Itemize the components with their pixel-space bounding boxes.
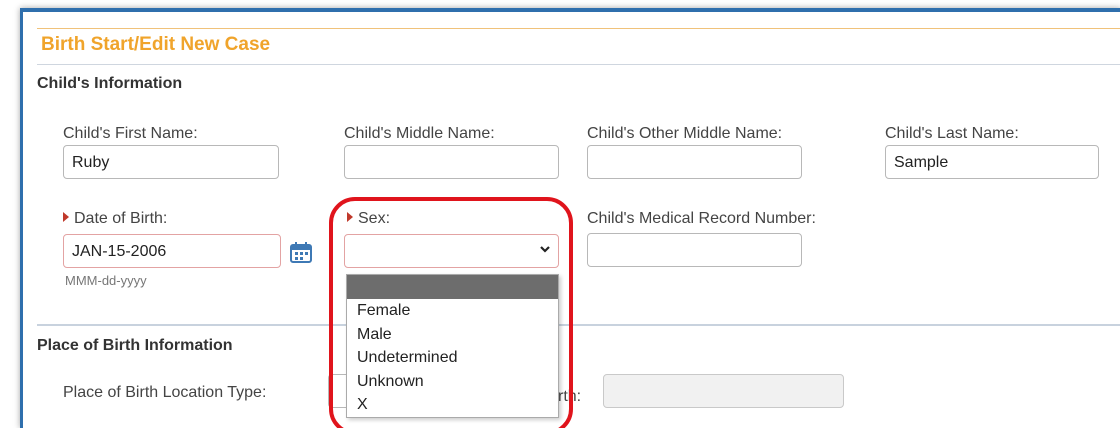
location-type-label: Place of Birth Location Type: <box>63 384 267 401</box>
required-marker-icon <box>63 212 69 222</box>
sex-label: Sex: <box>347 210 390 228</box>
dob-input[interactable]: JAN-15-2006 <box>63 234 281 268</box>
first-name-label: Child's First Name: <box>63 125 198 142</box>
section-divider <box>37 324 1120 326</box>
partial-field-label: rth: <box>558 388 582 405</box>
other-middle-name-input[interactable] <box>587 145 802 179</box>
sex-dropdown-list[interactable]: Female Male Undetermined Unknown X <box>346 274 559 418</box>
dob-format-hint: MMM-dd-yyyy <box>65 273 147 288</box>
dropdown-option-unknown[interactable]: Unknown <box>347 370 558 394</box>
middle-name-label: Child's Middle Name: <box>344 125 495 142</box>
dropdown-option-male[interactable]: Male <box>347 323 558 347</box>
place-of-birth-header: Place of Birth Information <box>37 337 233 354</box>
dropdown-option-x[interactable]: X <box>347 393 558 417</box>
birth-case-panel: Birth Start/Edit New Case Child's Inform… <box>20 8 1120 428</box>
dob-label-text: Date of Birth: <box>74 210 168 227</box>
required-marker-icon <box>347 212 353 222</box>
place-of-birth-field <box>603 374 844 408</box>
dropdown-option-undetermined[interactable]: Undetermined <box>347 346 558 370</box>
chevron-down-icon <box>540 246 550 253</box>
last-name-label: Child's Last Name: <box>885 125 1019 142</box>
sex-label-text: Sex: <box>358 210 391 227</box>
child-info-header: Child's Information <box>37 75 183 92</box>
middle-name-input[interactable] <box>344 145 559 179</box>
dropdown-option-blank[interactable] <box>347 275 558 299</box>
other-middle-name-label: Child's Other Middle Name: <box>587 125 783 142</box>
calendar-icon[interactable] <box>290 241 312 263</box>
mrn-label: Child's Medical Record Number: <box>587 210 816 227</box>
first-name-input[interactable]: Ruby <box>63 145 279 179</box>
title-rule <box>37 28 1120 29</box>
title-divider <box>37 64 1120 65</box>
dropdown-option-female[interactable]: Female <box>347 299 558 323</box>
last-name-input[interactable]: Sample <box>885 145 1099 179</box>
dob-label: Date of Birth: <box>63 210 167 228</box>
sex-select[interactable] <box>344 234 559 268</box>
panel-title: Birth Start/Edit New Case <box>41 34 271 55</box>
mrn-input[interactable] <box>587 233 802 267</box>
